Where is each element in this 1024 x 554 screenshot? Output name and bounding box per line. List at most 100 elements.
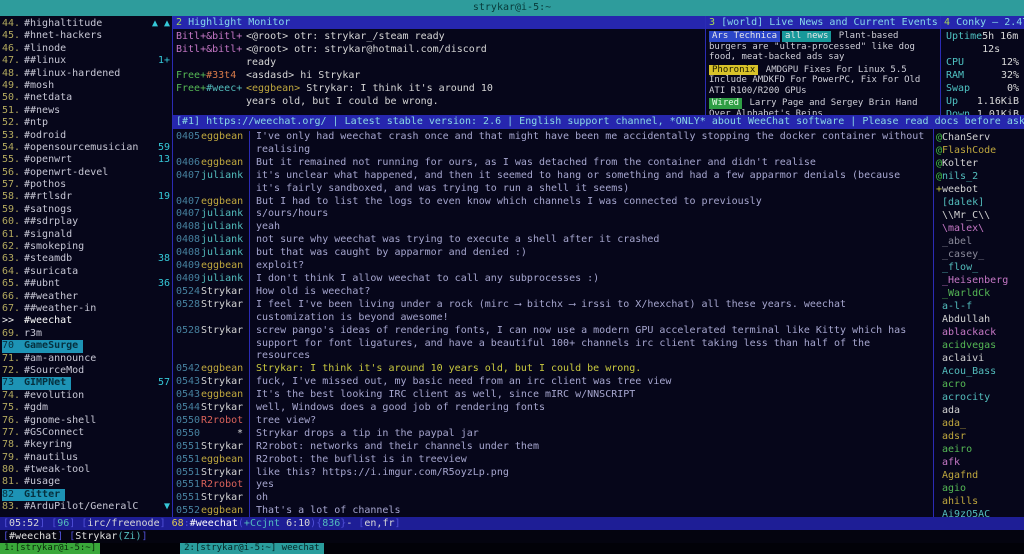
buflist-item[interactable]: 72.#SourceMod bbox=[2, 365, 170, 377]
nicklist-item[interactable]: Agafnd bbox=[936, 469, 1024, 482]
buffer-name: #suricata bbox=[24, 266, 78, 278]
buflist-item[interactable]: 47.##linux1+ bbox=[2, 55, 170, 67]
nicklist-item[interactable]: @nils_2 bbox=[936, 170, 1024, 183]
nicklist-item[interactable]: Acou_Bass bbox=[936, 365, 1024, 378]
buflist-item[interactable]: 69.r3m bbox=[2, 328, 170, 340]
nicklist-item[interactable]: agio bbox=[936, 482, 1024, 495]
buflist-item[interactable]: 61.#signald bbox=[2, 229, 170, 241]
buflist-item[interactable]: 70GameSurge bbox=[2, 340, 170, 352]
buflist-item[interactable]: 57.#pothos bbox=[2, 179, 170, 191]
nicklist-item[interactable]: Ai9zO5AC bbox=[936, 508, 1024, 517]
buflist-item[interactable]: 65.##ubnt36 bbox=[2, 278, 170, 290]
message-text: Strykar: I think it's around 10 bbox=[306, 83, 493, 94]
conky-panel: 4 Conky — 2.47 Uptime5h 16m 12sCPU12%RAM… bbox=[940, 16, 1024, 115]
nicklist-item[interactable]: _abel bbox=[936, 235, 1024, 248]
buflist-item[interactable]: 76.#gnome-shell bbox=[2, 415, 170, 427]
nicklist-item[interactable]: _Heisenberg bbox=[936, 274, 1024, 287]
nick-name: aeiro bbox=[942, 444, 972, 455]
buffer-name: #tweak-tool bbox=[24, 464, 90, 476]
buffer-segment: &bitl+ bbox=[206, 44, 242, 55]
nicklist-item[interactable]: @FlashCode bbox=[936, 144, 1024, 157]
nick-name: _abel bbox=[942, 236, 972, 247]
nicklist-item[interactable]: _WarldCk bbox=[936, 287, 1024, 300]
buflist-item[interactable]: 66.##weather bbox=[2, 291, 170, 303]
message-text: well, Windows does a good job of renderi… bbox=[249, 402, 925, 415]
buflist-item[interactable]: 63.#steamdb38 bbox=[2, 253, 170, 265]
buflist-item[interactable]: 56.#openwrt-devel bbox=[2, 167, 170, 179]
buflist-item[interactable]: 59.#satnogs bbox=[2, 204, 170, 216]
buflist-item[interactable]: 53.#odroid bbox=[2, 130, 170, 142]
buflist-item[interactable]: 83.#ArduPilot/GeneralC▼ bbox=[2, 501, 170, 513]
buflist-item[interactable]: 71.#am-announce bbox=[2, 353, 170, 365]
nicklist-item[interactable]: acro bbox=[936, 378, 1024, 391]
buflist-item[interactable]: 46.#linode bbox=[2, 43, 170, 55]
news-item: Ars Technicaall news Plant-based burgers… bbox=[709, 31, 937, 63]
buflist-item[interactable]: 44.#highaltitude▲ ▲ bbox=[2, 18, 170, 30]
panel-number: 2 bbox=[176, 17, 182, 28]
nicklist-item[interactable]: aeiro bbox=[936, 443, 1024, 456]
chat-message: 0550R2robottree view? bbox=[176, 415, 925, 428]
buffer-name: #am-announce bbox=[24, 353, 96, 365]
buflist-item[interactable]: 73GIMPNet57 bbox=[2, 377, 170, 389]
nicklist-item[interactable]: aclaivi bbox=[936, 352, 1024, 365]
chat-message: 0543eggbeanIt's the best looking IRC cli… bbox=[176, 389, 925, 402]
buflist-item[interactable]: 77.#GSConnect bbox=[2, 427, 170, 439]
message-text: How old is weechat? bbox=[249, 286, 925, 299]
buflist-item[interactable]: 67.##weather-in bbox=[2, 303, 170, 315]
nicklist-item[interactable]: \\Mr_C\\ bbox=[936, 209, 1024, 222]
buflist-item[interactable]: 49.#mosh bbox=[2, 80, 170, 92]
tmux-window-tab[interactable]: 2:[strykar@i-5:~] weechat bbox=[180, 543, 323, 554]
buflist-item[interactable]: 48.##linux-hardened bbox=[2, 68, 170, 80]
buflist-item[interactable]: 80.#tweak-tool bbox=[2, 464, 170, 476]
nicklist-item[interactable]: a-l-f bbox=[936, 300, 1024, 313]
nicklist-item[interactable]: ablackack bbox=[936, 326, 1024, 339]
buffer-number: 81. bbox=[2, 476, 24, 488]
nicklist-item[interactable]: \malex\ bbox=[936, 222, 1024, 235]
buflist-item[interactable]: 50.#netdata bbox=[2, 92, 170, 104]
nicklist-item[interactable]: [dalek] bbox=[936, 196, 1024, 209]
message-time: 0407 bbox=[176, 196, 201, 209]
buffer-number: 82 bbox=[2, 489, 24, 501]
buflist-item[interactable]: 78.#keyring bbox=[2, 439, 170, 451]
buflist-item[interactable]: 75.#gdm bbox=[2, 402, 170, 414]
buflist-item[interactable]: 82Gitter bbox=[2, 489, 170, 501]
news-body: Ars Technicaall news Plant-based burgers… bbox=[706, 29, 940, 115]
nick-name: agio bbox=[942, 483, 966, 494]
message-text: R2robot: networks and their channels und… bbox=[249, 441, 925, 454]
buflist-item[interactable]: 60.##sdrplay bbox=[2, 216, 170, 228]
buflist-item[interactable]: 79.#nautilus bbox=[2, 452, 170, 464]
buflist-item[interactable]: 55.#openwrt13 bbox=[2, 154, 170, 166]
tmux-window-tab[interactable]: 1:[strykar@i-5:~] bbox=[0, 543, 100, 554]
message-nick: eggbean bbox=[201, 157, 249, 170]
nicklist-item[interactable]: +weebot bbox=[936, 183, 1024, 196]
buflist-item[interactable]: 62.#smokeping bbox=[2, 241, 170, 253]
nicklist-item[interactable]: @ChanServ bbox=[936, 131, 1024, 144]
buflist-item[interactable]: 54.#opensourcemusician59 bbox=[2, 142, 170, 154]
message-nick: Strykar bbox=[201, 325, 249, 364]
nicklist-item[interactable]: ada_ bbox=[936, 417, 1024, 430]
message-nick: eggbean bbox=[201, 454, 249, 467]
nicklist-item[interactable]: _flow_ bbox=[936, 261, 1024, 274]
nick-name: afk bbox=[942, 457, 960, 468]
buflist-item[interactable]: 51.##news bbox=[2, 105, 170, 117]
nicklist-item[interactable]: adsr bbox=[936, 430, 1024, 443]
message-text: That's a lot of channels bbox=[249, 505, 925, 517]
nicklist-item[interactable]: _casey_ bbox=[936, 248, 1024, 261]
conky-stat-row: Up1.16KiB bbox=[944, 95, 1021, 108]
input-bar[interactable]: [#weechat] [Strykar(Zi)] bbox=[0, 530, 1024, 543]
statusbar-segment: 68 bbox=[172, 518, 184, 529]
nicklist-item[interactable]: ahills bbox=[936, 495, 1024, 508]
buflist-item[interactable]: 52.#ntp bbox=[2, 117, 170, 129]
buflist-item[interactable]: 45.#hnet-hackers bbox=[2, 30, 170, 42]
buflist-item[interactable]: >>#weechat bbox=[2, 315, 170, 327]
nicklist-item[interactable]: acrocity bbox=[936, 391, 1024, 404]
nicklist-item[interactable]: acidvegas bbox=[936, 339, 1024, 352]
buflist-item[interactable]: 74.#evolution bbox=[2, 390, 170, 402]
buflist-item[interactable]: 64.#suricata bbox=[2, 266, 170, 278]
buflist-item[interactable]: 81.#usage bbox=[2, 476, 170, 488]
nicklist-item[interactable]: @Kolter bbox=[936, 157, 1024, 170]
nicklist-item[interactable]: ada bbox=[936, 404, 1024, 417]
nicklist-item[interactable]: Abdullah bbox=[936, 313, 1024, 326]
buflist-item[interactable]: 58.##rtlsdr19 bbox=[2, 191, 170, 203]
nicklist-item[interactable]: afk bbox=[936, 456, 1024, 469]
